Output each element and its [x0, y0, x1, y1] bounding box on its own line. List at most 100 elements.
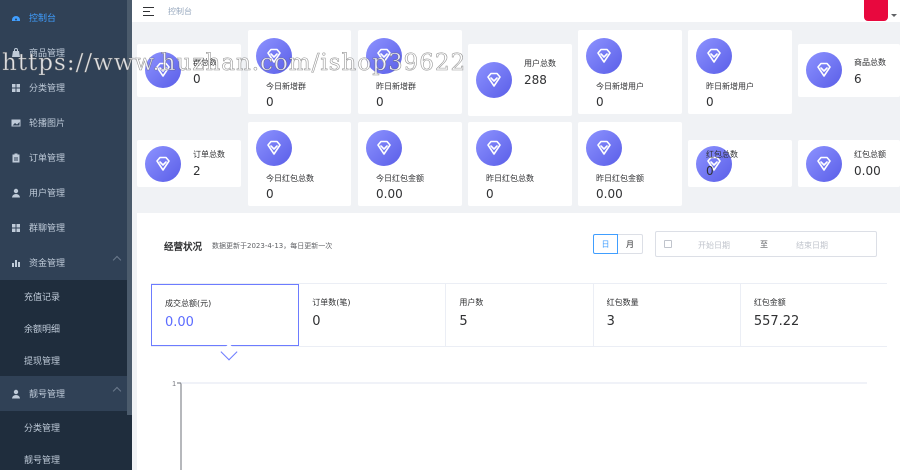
- diamond-icon: [145, 52, 181, 88]
- sidebar-item-label: 分类管理: [29, 84, 66, 94]
- sidebar-subitem-recharge[interactable]: 充值记录: [0, 280, 132, 312]
- stat-value: 0: [706, 95, 714, 109]
- breadcrumb[interactable]: 控制台: [168, 6, 192, 17]
- stat-card: 今日红包总数 0: [248, 122, 351, 206]
- chevron-up-icon: [112, 255, 122, 265]
- sidebar-subitem-account-categories[interactable]: 分类管理: [0, 411, 132, 443]
- sidebar-subitem-label: 余额明细: [24, 324, 61, 335]
- stat-label: 用户总数: [524, 59, 556, 68]
- sidebar-item-dashboard[interactable]: 控制台: [0, 0, 132, 35]
- stat-card: 红包总额 0.00: [798, 140, 900, 187]
- diamond-icon: [476, 62, 512, 98]
- sidebar-item-groups[interactable]: 群聊管理: [0, 210, 132, 245]
- stat-value: 0: [193, 72, 201, 86]
- sidebar-item-label: 控制台: [29, 14, 57, 24]
- avatar[interactable]: [864, 0, 888, 21]
- bar-chart-icon: [11, 258, 21, 268]
- bag-icon: [11, 47, 21, 58]
- diamond-icon: [586, 38, 622, 74]
- trend-chart: 1: [172, 381, 867, 470]
- sidebar-item-orders[interactable]: 订单管理: [0, 140, 132, 175]
- user-icon: [11, 389, 21, 399]
- sidebar-item-categories[interactable]: 分类管理: [0, 70, 132, 105]
- stat-value: 0: [596, 95, 604, 109]
- sidebar-subitem-balance[interactable]: 余额明细: [0, 312, 132, 344]
- metric-label: 订单数(笔): [312, 298, 351, 307]
- stat-label: 昨日新增用户: [706, 82, 754, 91]
- sidebar-item-label: 资金管理: [29, 259, 66, 269]
- sidebar-item-label: 商品管理: [29, 49, 66, 59]
- diamond-icon: [806, 146, 842, 182]
- stat-card: 今日新增用户 0: [578, 30, 682, 114]
- start-date-input[interactable]: 开始日期: [698, 240, 730, 251]
- sidebar-item-products[interactable]: 商品管理: [0, 35, 132, 70]
- metric-label: 用户数: [459, 298, 484, 307]
- stat-value: 2: [193, 164, 201, 178]
- sidebar-item-carousel[interactable]: 轮播图片: [0, 105, 132, 140]
- metrics-row: 成交总额(元) 0.00 订单数(笔) 0 用户数 5 红包数量 3 红包金额 …: [151, 283, 887, 347]
- diamond-icon: [256, 38, 292, 74]
- diamond-icon: [256, 130, 292, 166]
- sidebar-subitem-withdraw[interactable]: 提现管理: [0, 344, 132, 376]
- sidebar-item-users[interactable]: 用户管理: [0, 175, 132, 210]
- metric-tab-turnover[interactable]: 成交总额(元) 0.00: [151, 284, 300, 346]
- stat-card: 昨日红包金额 0.00: [578, 122, 682, 206]
- metric-tab-orders[interactable]: 订单数(笔) 0: [299, 284, 447, 346]
- metric-tab-users[interactable]: 用户数 5: [446, 284, 594, 346]
- diamond-icon: [366, 130, 402, 166]
- stat-card: 用户总数 288: [468, 44, 572, 116]
- stat-value: 0.00: [376, 187, 403, 201]
- metric-label: 红包金额: [753, 298, 786, 307]
- day-toggle-button[interactable]: 日: [593, 234, 618, 254]
- stat-card: 红包总数 0: [688, 140, 792, 187]
- stat-card: 订单总数 2: [137, 140, 241, 187]
- sidebar-item-label: 靓号管理: [29, 390, 66, 400]
- image-icon: [11, 118, 21, 128]
- metric-label: 成交总额(元): [165, 299, 212, 308]
- date-range-picker[interactable]: 开始日期 至 结束日期: [655, 231, 877, 257]
- stat-value: 0: [266, 95, 274, 109]
- stat-label: 昨日红包金额: [596, 174, 644, 183]
- metric-value: 0: [312, 314, 321, 329]
- metric-tab-redpacket-count[interactable]: 红包数量 3: [594, 284, 741, 346]
- sidebar-subitem-account-manage[interactable]: 靓号管理: [0, 443, 132, 470]
- stat-value: 0: [266, 187, 274, 201]
- stat-label: 今日红包总数: [266, 174, 314, 183]
- stat-card: 昨日新增群 0: [358, 30, 462, 114]
- menu-toggle-icon[interactable]: [143, 6, 154, 16]
- business-subtitle: 数据更新于2023-4-13，每日更新一次: [212, 242, 333, 250]
- diamond-icon: [366, 38, 402, 74]
- sidebar-subitem-label: 靓号管理: [24, 455, 61, 466]
- stat-label: 红包总数: [706, 150, 738, 159]
- metric-value: 5: [459, 314, 468, 329]
- sidebar-subitem-label: 分类管理: [24, 423, 61, 434]
- sidebar-item-funds[interactable]: 资金管理: [0, 245, 132, 280]
- sidebar-item-label: 订单管理: [29, 154, 66, 164]
- sidebar-item-label: 轮播图片: [29, 119, 66, 129]
- metric-value: 557.22: [753, 314, 800, 329]
- dashboard-icon: [11, 13, 21, 23]
- stat-label: 今日红包金额: [376, 174, 424, 183]
- caret-down-icon[interactable]: [891, 14, 897, 17]
- stat-value: 0.00: [596, 187, 623, 201]
- end-date-input[interactable]: 结束日期: [796, 240, 828, 251]
- sidebar-item-label: 用户管理: [29, 189, 66, 199]
- stat-value: 0.00: [854, 164, 881, 178]
- clipboard-icon: [11, 153, 21, 163]
- stat-card: 昨日红包总数 0: [468, 122, 572, 206]
- month-toggle-button[interactable]: 月: [618, 234, 643, 254]
- sidebar-item-accounts[interactable]: 靓号管理: [0, 376, 132, 411]
- stat-label: 红包总额: [854, 150, 886, 159]
- stat-card: 群总数 0: [137, 44, 241, 97]
- stat-label: 昨日新增群: [376, 82, 416, 91]
- grid-icon: [11, 223, 21, 233]
- stat-card: 今日新增群 0: [248, 30, 351, 114]
- y-tick-label: 1: [172, 381, 176, 388]
- metric-value: 0.00: [165, 315, 194, 330]
- metric-label: 红包数量: [606, 298, 639, 307]
- metric-tab-redpacket-amount[interactable]: 红包金额 557.22: [741, 284, 887, 346]
- sidebar-scrollbar[interactable]: [127, 0, 132, 415]
- diamond-icon: [696, 38, 732, 74]
- date-range-separator: 至: [760, 240, 768, 249]
- stat-value: 0: [376, 95, 384, 109]
